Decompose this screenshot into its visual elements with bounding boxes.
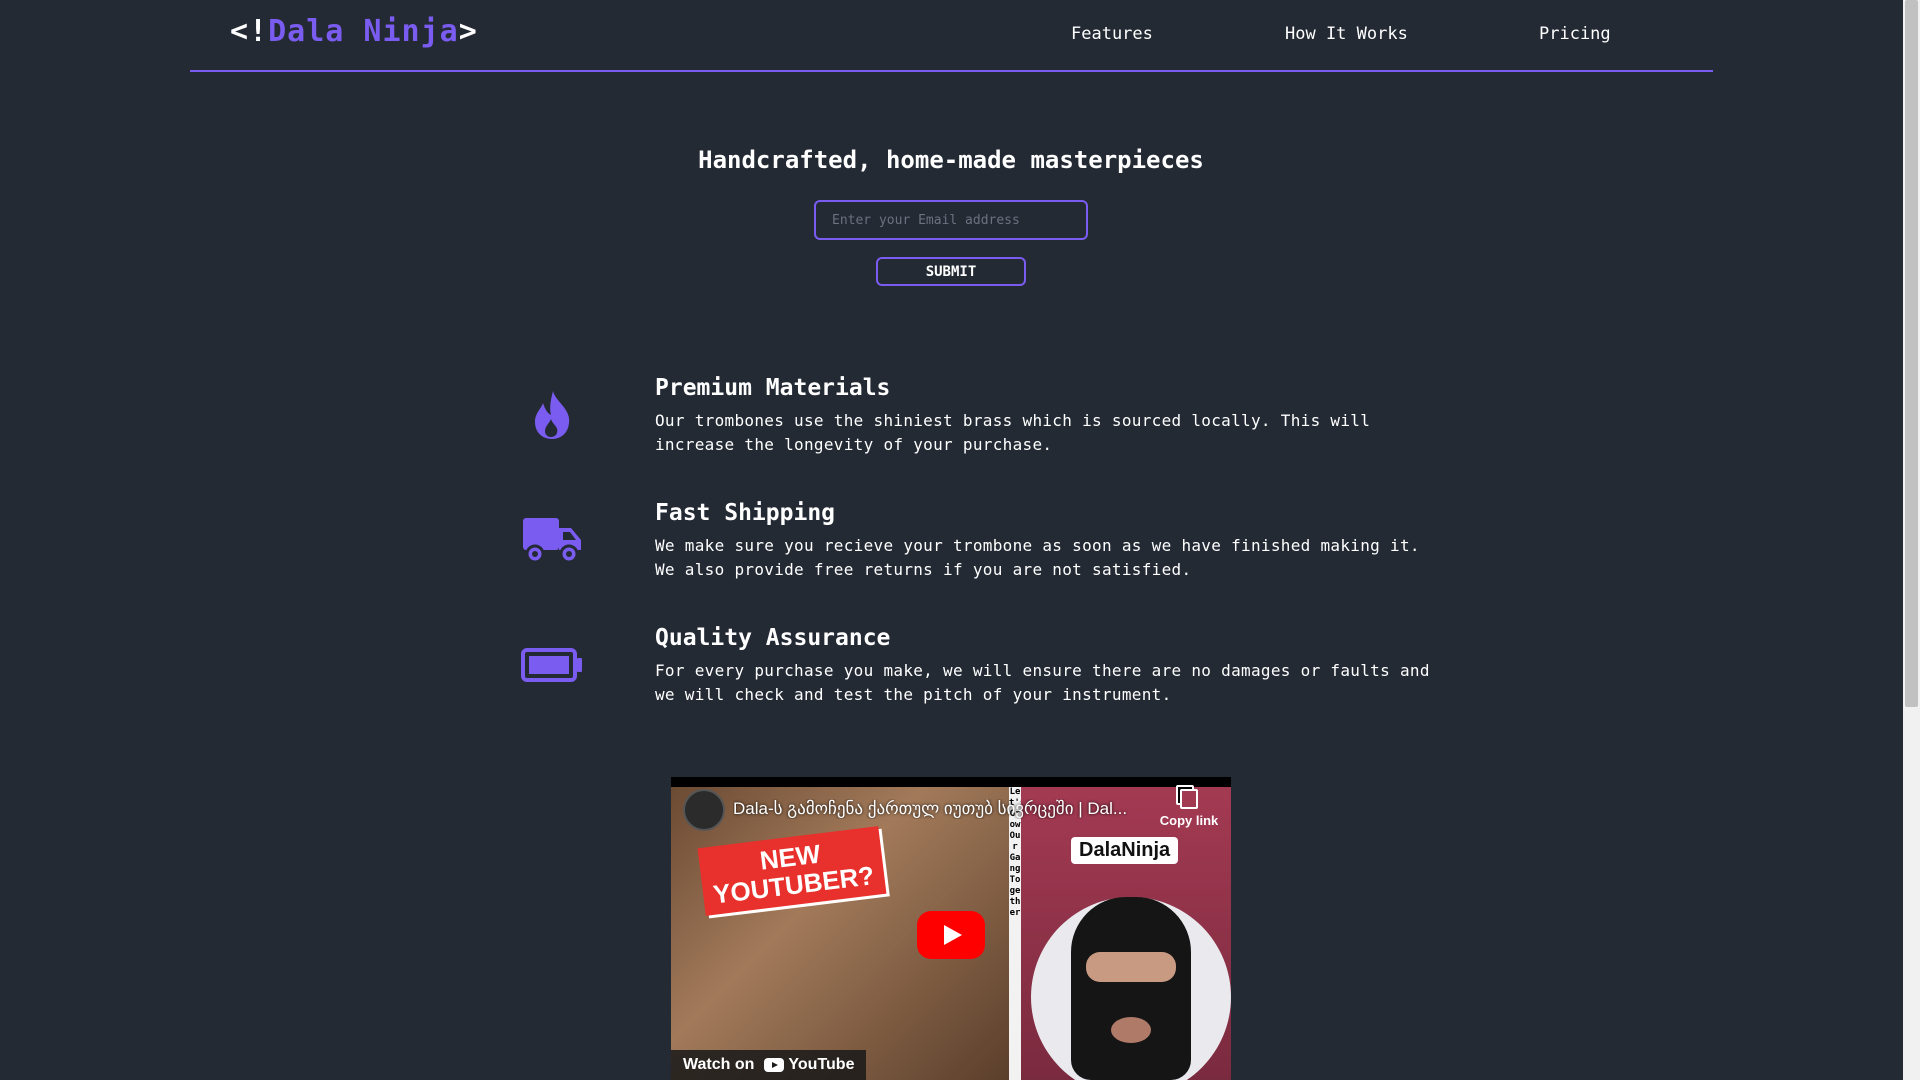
- copy-link-button[interactable]: Copy link: [1149, 789, 1229, 828]
- logo-close-bracket: >: [458, 14, 478, 49]
- video-title[interactable]: Dala-ს გამოჩენა ქართულ იუთუბ სივრცეში | …: [733, 799, 1133, 819]
- battery-icon: [520, 633, 584, 697]
- feature-fast-shipping: Fast Shipping We make sure you recieve y…: [500, 500, 1450, 600]
- thumbnail-mask-eyes: [1086, 952, 1176, 982]
- hero-title: Handcrafted, home-made masterpieces: [698, 146, 1204, 174]
- feature-description: We make sure you recieve your trombone a…: [655, 536, 1420, 579]
- play-button[interactable]: [917, 911, 985, 959]
- logo-open-bracket: <!: [230, 14, 269, 49]
- truck-icon: [520, 508, 584, 572]
- fire-icon: [520, 383, 584, 447]
- submit-button[interactable]: SUBMIT: [876, 257, 1026, 286]
- copy-icon: [1180, 789, 1198, 809]
- youtube-label: YouTube: [788, 1056, 855, 1073]
- youtube-video-embed[interactable]: NEW YOUTUBER? Let's Grow Our Gang Togeth…: [671, 777, 1231, 1080]
- thumbnail-mask-mouth: [1111, 1017, 1151, 1043]
- channel-avatar[interactable]: [683, 789, 725, 831]
- watch-on-youtube-button[interactable]: Watch on YouTube: [671, 1050, 867, 1080]
- feature-description: For every purchase you make, we will ens…: [655, 661, 1430, 704]
- thumbnail-strip: Let's Grow Our Gang Together: [1009, 787, 1021, 1080]
- youtube-logo: YouTube: [764, 1056, 854, 1074]
- scrollbar-thumb[interactable]: [1905, 0, 1918, 707]
- watch-on-label: Watch on: [683, 1056, 755, 1073]
- logo-name: Dala Ninja: [268, 14, 459, 49]
- nav-link-how-it-works[interactable]: How It Works: [1285, 24, 1408, 44]
- thumbnail-mask: [1071, 897, 1191, 1080]
- site-header: <!Dala Ninja> Features How It Works Pric…: [190, 0, 1713, 72]
- logo[interactable]: <!Dala Ninja>: [230, 14, 478, 49]
- page-scrollbar[interactable]: [1903, 0, 1920, 1080]
- feature-premium-materials: Premium Materials Our trombones use the …: [500, 375, 1450, 475]
- feature-title: Premium Materials: [655, 375, 891, 401]
- feature-title: Quality Assurance: [655, 625, 891, 651]
- nav-link-features[interactable]: Features: [1071, 24, 1153, 44]
- feature-title: Fast Shipping: [655, 500, 836, 526]
- copy-link-label: Copy link: [1159, 813, 1219, 828]
- email-input[interactable]: [814, 200, 1088, 240]
- youtube-play-icon: [764, 1058, 785, 1072]
- thumbnail-brand-badge: DalaNinja: [1071, 837, 1179, 864]
- feature-quality-assurance: Quality Assurance For every purchase you…: [500, 625, 1450, 725]
- feature-description: Our trombones use the shiniest brass whi…: [655, 411, 1371, 454]
- nav-link-pricing[interactable]: Pricing: [1539, 24, 1611, 44]
- page: <!Dala Ninja> Features How It Works Pric…: [0, 0, 1920, 1080]
